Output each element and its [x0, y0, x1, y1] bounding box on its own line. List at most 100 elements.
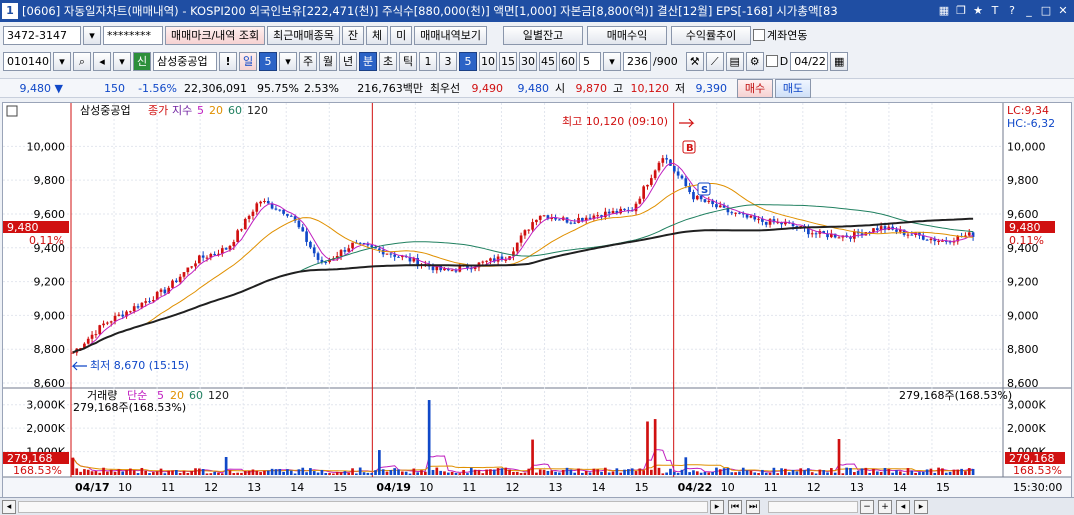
chevron-down-icon[interactable]: ▾ [279, 51, 297, 71]
candle-body [266, 200, 270, 204]
scroll-bar[interactable]: ◂ ▸ ⏮ ⏭ − + ◂ ▸ [0, 497, 1074, 515]
candle-body [810, 233, 814, 235]
return-trend-button[interactable]: 수익률추이 [671, 25, 752, 45]
first-icon[interactable]: ⏮ [728, 499, 742, 514]
sell-button[interactable]: 매도 [775, 78, 811, 98]
interval-select[interactable]: 5 [579, 51, 601, 71]
candle-body [852, 231, 856, 239]
daily-balance-button[interactable]: 일별잔고 [503, 25, 584, 45]
copy-icon[interactable]: ❐ [954, 4, 968, 18]
scroll-track[interactable] [18, 500, 708, 513]
recent-trades-button[interactable]: 최근매매종목 [267, 25, 340, 45]
volume-bar [289, 470, 293, 475]
calendar-icon[interactable]: ▦ [830, 51, 849, 71]
period-minute-button[interactable]: 분 [359, 51, 377, 71]
period-week-button[interactable]: 주 [299, 51, 317, 71]
interval-3-button[interactable]: 3 [439, 51, 457, 71]
zoom-track[interactable] [768, 500, 858, 513]
volume-bar [684, 457, 688, 475]
gear-icon[interactable]: ⚙ [745, 51, 764, 71]
volume-bar [113, 471, 117, 475]
scroll-end-right-icon[interactable]: ▸ [914, 499, 928, 514]
close-icon[interactable]: ✕ [1056, 4, 1070, 18]
price-chart-svg[interactable]: 10,000 10,0009,800 9,8009,600 9,6009,400 9,4… [3, 103, 1071, 497]
volume-bar [213, 471, 216, 475]
candle-body [738, 212, 741, 214]
scroll-end-left-icon[interactable]: ◂ [896, 499, 910, 514]
search-icon[interactable]: ⌕ [73, 51, 91, 71]
interval-5-button[interactable]: 5 [459, 51, 477, 71]
trade-profit-button[interactable]: 매매수익 [587, 25, 668, 45]
volume-bar [730, 472, 734, 475]
volume-bar [818, 469, 822, 475]
title-bar: 1 [0606] 자동일자차트(매매내역) - KOSPI200 외국인보유[2… [0, 0, 1074, 22]
date-checkbox[interactable] [765, 55, 778, 67]
data-count-input[interactable]: 236 [623, 51, 651, 71]
grid-icon[interactable]: ▦ [937, 4, 951, 18]
help-icon[interactable]: ? [1005, 4, 1019, 18]
volume-bar [485, 469, 488, 475]
x-tick-label: 15 [936, 481, 950, 494]
balance-button[interactable]: 잔 [341, 25, 365, 45]
interval-1-button[interactable]: 1 [419, 51, 437, 71]
speaker-icon[interactable]: ◂ [93, 51, 111, 71]
scroll-right-icon[interactable]: ▸ [710, 499, 724, 514]
account-link-checkbox[interactable] [753, 29, 766, 41]
period-year-button[interactable]: 년 [339, 51, 357, 71]
maximize-icon[interactable]: □ [1039, 4, 1053, 18]
zoom-in-icon[interactable]: + [878, 499, 892, 514]
volume-bar [458, 473, 462, 475]
chevron-down-icon[interactable]: ▾ [83, 25, 101, 45]
star-icon[interactable]: ★ [971, 4, 985, 18]
date-input[interactable]: 04/22 [790, 51, 829, 71]
volume-bar [726, 468, 730, 475]
chevron-down-icon[interactable]: ▾ [53, 51, 71, 71]
interval-15-button[interactable]: 15 [499, 51, 517, 71]
chevron-down-icon[interactable]: ▾ [603, 51, 621, 71]
volume-bar [956, 469, 960, 475]
volume-bar [86, 469, 90, 475]
interval-60-button[interactable]: 60 [559, 51, 577, 71]
scroll-left-icon[interactable]: ◂ [2, 499, 16, 514]
password-field[interactable]: ******** [103, 25, 163, 45]
executed-button[interactable]: 체 [366, 25, 389, 45]
volume-bar [400, 471, 404, 475]
candle-body [194, 263, 197, 267]
volume-bar [247, 470, 251, 475]
pending-button[interactable]: 미 [390, 25, 413, 45]
volume-bar [715, 467, 718, 475]
period-tick-button[interactable]: 틱 [399, 51, 417, 71]
chevron-down-icon[interactable]: ▾ [113, 51, 131, 71]
window-buttons: ▦ ❐ ★ T ? _ □ ✕ [937, 4, 1074, 18]
draw-icon[interactable]: ⟋ [705, 51, 724, 71]
period-value[interactable]: 5 [259, 51, 277, 71]
volume-bar [381, 469, 385, 475]
candle-body [707, 200, 711, 202]
period-daily-button[interactable]: 일 [239, 51, 257, 71]
period-month-button[interactable]: 월 [319, 51, 337, 71]
account-select[interactable]: 3472-3147 [3, 25, 81, 45]
tool-icon[interactable]: ⚒ [685, 51, 704, 71]
text-size-icon[interactable]: T [988, 4, 1002, 18]
interval-10-button[interactable]: 10 [479, 51, 497, 71]
trade-mark-button[interactable]: 매매마크/내역 조회 [165, 25, 266, 45]
buy-marker-label: B [686, 143, 694, 154]
stock-code-input[interactable]: 010140 [3, 51, 51, 71]
interval-30-button[interactable]: 30 [519, 51, 537, 71]
chart-area[interactable]: 10,000 10,000 9,800 9,800 9,600 9,600 9,400 9,4… [2, 102, 1072, 498]
volume-bar [607, 472, 611, 475]
x-tick-label: 10 [419, 481, 433, 494]
volume-bar [232, 473, 236, 475]
minimize-icon[interactable]: _ [1022, 4, 1036, 18]
volume-bar [776, 473, 780, 475]
alert-button[interactable]: ! [219, 51, 237, 71]
interval-45-button[interactable]: 45 [539, 51, 557, 71]
volume-tick-right: 2,000K [1007, 422, 1046, 435]
buy-button[interactable]: 매수 [737, 78, 773, 98]
period-second-button[interactable]: 초 [379, 51, 397, 71]
layout-icon[interactable]: ▤ [725, 51, 744, 71]
trade-view-button[interactable]: 매매내역보기 [414, 25, 488, 45]
last-icon[interactable]: ⏭ [746, 499, 760, 514]
volume-bar [619, 472, 623, 475]
zoom-out-icon[interactable]: − [860, 499, 874, 514]
